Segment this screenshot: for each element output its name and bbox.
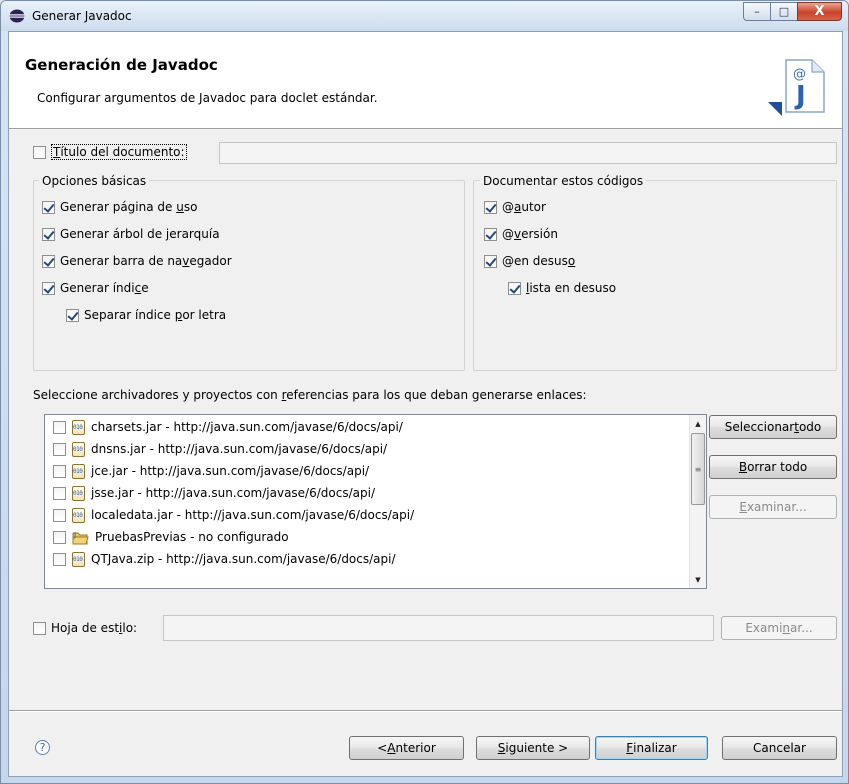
page-description: Configurar argumentos de Javadoc para do…	[37, 91, 378, 105]
list-item-label: QTJava.zip - http://java.sun.com/javase/…	[91, 552, 396, 566]
item-checkbox[interactable]	[53, 552, 66, 566]
list-item-label: dnsns.jar - http://java.sun.com/javase/6…	[91, 442, 388, 456]
stylesheet-checkbox[interactable]	[33, 621, 46, 635]
deprecated-label: @en desuso	[502, 254, 576, 268]
scroll-down-icon[interactable]: ▼	[690, 571, 706, 588]
option-navbar[interactable]: Generar barra de navegador	[42, 254, 232, 268]
jar-icon	[72, 485, 85, 501]
jar-icon	[72, 419, 85, 435]
cancel-button[interactable]: Cancelar	[722, 736, 837, 760]
index-label: Generar índice	[60, 281, 149, 295]
eclipse-icon	[9, 9, 25, 23]
jar-icon	[72, 441, 85, 457]
tag-version[interactable]: @versión	[484, 227, 558, 241]
scroll-thumb[interactable]: ≡	[691, 433, 705, 505]
item-checkbox[interactable]	[53, 530, 66, 544]
item-checkbox[interactable]	[53, 442, 66, 456]
version-checkbox[interactable]	[484, 227, 497, 241]
list-item[interactable]: J PruebasPrevias - no configurado	[53, 527, 289, 547]
document-title-row: Título del documento:	[33, 144, 187, 160]
hierarchy-tree-checkbox[interactable]	[42, 227, 55, 241]
list-item[interactable]: charsets.jar - http://java.sun.com/javas…	[53, 417, 403, 437]
option-split-index[interactable]: Separar índice por letra	[66, 308, 226, 322]
option-use-page[interactable]: Generar página de uso	[42, 200, 197, 214]
version-label: @versión	[502, 227, 558, 241]
scroll-up-icon[interactable]: ▲	[690, 415, 706, 432]
list-item-label: localedata.jar - http://java.sun.com/jav…	[91, 508, 415, 522]
at-sign-text: @	[793, 67, 806, 82]
browse-stylesheet-button[interactable]: Exami n ar...	[721, 616, 837, 640]
back-button[interactable]: < Anterior	[349, 736, 464, 760]
jar-icon	[72, 463, 85, 479]
document-title-label: Título del documento:	[51, 144, 187, 160]
tag-author[interactable]: @autor	[484, 200, 546, 214]
use-page-label: Generar página de uso	[60, 200, 198, 214]
svg-text:J: J	[73, 531, 76, 539]
item-checkbox[interactable]	[53, 486, 66, 500]
navbar-checkbox[interactable]	[42, 254, 55, 268]
list-item[interactable]: jce.jar - http://java.sun.com/javase/6/d…	[53, 461, 369, 481]
references-list[interactable]: charsets.jar - http://java.sun.com/javas…	[44, 414, 707, 589]
help-icon[interactable]: ?	[35, 740, 50, 755]
stylesheet-input[interactable]	[163, 615, 714, 641]
list-item-label: PruebasPrevias - no configurado	[95, 530, 289, 544]
document-title-checkbox[interactable]	[33, 145, 46, 159]
close-button[interactable]: X	[797, 2, 842, 21]
window-title: Generar Javadoc	[32, 9, 132, 23]
finish-button[interactable]: Finalizar	[595, 736, 708, 760]
list-item-label: jce.jar - http://java.sun.com/javase/6/d…	[91, 464, 370, 478]
list-item[interactable]: localedata.jar - http://java.sun.com/jav…	[53, 505, 414, 525]
split-index-label: Separar índice por letra	[84, 308, 227, 322]
footer-separator	[9, 710, 842, 712]
option-index[interactable]: Generar índice	[42, 281, 149, 295]
option-hierarchy-tree[interactable]: Generar árbol de jerarquía	[42, 227, 220, 241]
index-checkbox[interactable]	[42, 281, 55, 295]
wizard-banner: Generación de Javadoc Configurar argumen…	[9, 32, 842, 129]
list-item-label: jsse.jar - http://java.sun.com/javase/6/…	[91, 486, 375, 500]
jar-icon	[72, 507, 85, 523]
title-bar[interactable]: Generar Javadoc – □ X	[1, 1, 848, 31]
vertical-scrollbar[interactable]: ▲ ≡ ▼	[689, 415, 706, 588]
maximize-button[interactable]: □	[770, 2, 797, 21]
references-label: Seleccione archivadores y proyectos con …	[33, 388, 587, 402]
next-button[interactable]: Siguiente >	[476, 736, 590, 760]
split-index-checkbox[interactable]	[66, 308, 79, 322]
javadoc-wizard-icon: @ J	[768, 59, 825, 116]
clear-all-button[interactable]: Borrar todo	[709, 455, 837, 479]
item-checkbox[interactable]	[53, 464, 66, 478]
item-checkbox[interactable]	[53, 420, 66, 434]
list-item[interactable]: dnsns.jar - http://java.sun.com/javase/6…	[53, 439, 387, 459]
list-item[interactable]: QTJava.zip - http://java.sun.com/javase/…	[53, 549, 396, 569]
hierarchy-tree-label: Generar árbol de jerarquía	[60, 227, 220, 241]
author-label: @autor	[502, 200, 546, 214]
project-icon: J	[72, 531, 89, 544]
deprecated-checkbox[interactable]	[484, 254, 497, 268]
dialog-window: Generar Javadoc – □ X Generación de Java…	[0, 0, 849, 784]
tag-deprecated-list[interactable]: lista en desuso	[508, 281, 616, 295]
deprecated-list-checkbox[interactable]	[508, 281, 521, 295]
item-checkbox[interactable]	[53, 508, 66, 522]
use-page-checkbox[interactable]	[42, 200, 55, 214]
basic-options-legend: Opciones básicas	[39, 174, 150, 188]
tags-legend: Documentar estos códigos	[480, 174, 647, 188]
select-all-button[interactable]: Seleccionar t odo	[709, 415, 837, 439]
jar-icon	[72, 551, 85, 567]
tag-deprecated[interactable]: @en desuso	[484, 254, 575, 268]
stylesheet-label: Hoja de estilo:	[51, 621, 138, 635]
browse-references-button[interactable]: Examinar...	[709, 495, 837, 519]
navbar-label: Generar barra de navegador	[60, 254, 232, 268]
minimize-button[interactable]: –	[743, 2, 770, 21]
list-item[interactable]: jsse.jar - http://java.sun.com/javase/6/…	[53, 483, 375, 503]
document-title-input[interactable]	[219, 142, 837, 164]
stylesheet-row: Hoja de estilo:	[33, 621, 137, 635]
author-checkbox[interactable]	[484, 200, 497, 214]
window-controls: – □ X	[743, 2, 842, 21]
list-item-label: charsets.jar - http://java.sun.com/javas…	[91, 420, 403, 434]
dialog-content: Generación de Javadoc Configurar argumen…	[8, 31, 843, 777]
deprecated-list-label: lista en desuso	[526, 281, 617, 295]
j-letter-text: J	[794, 81, 806, 111]
page-title: Generación de Javadoc	[25, 56, 218, 74]
